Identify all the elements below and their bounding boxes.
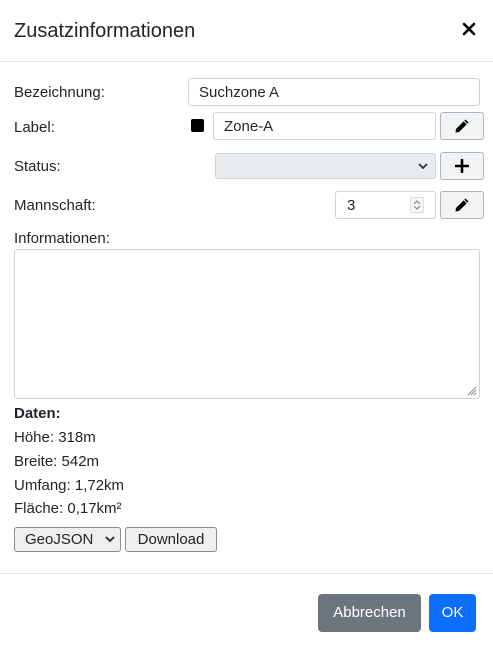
status-select[interactable]	[215, 153, 436, 179]
dialog: Zusatzinformationen Bezeichnung: Label: …	[0, 0, 493, 649]
ok-button[interactable]: OK	[429, 594, 476, 632]
mannschaft-value: 3	[347, 197, 356, 214]
informationen-label: Informationen:	[14, 230, 110, 247]
number-spinner[interactable]	[410, 197, 424, 213]
chevron-down-icon	[418, 163, 428, 170]
cancel-button[interactable]: Abbrechen	[318, 594, 421, 632]
bezeichnung-input[interactable]	[188, 78, 480, 106]
dialog-title: Zusatzinformationen	[14, 20, 196, 42]
download-button[interactable]: Download	[125, 527, 217, 552]
label-input[interactable]	[213, 112, 436, 140]
footer-divider	[0, 573, 493, 574]
label-label: Label:	[14, 119, 55, 136]
label-edit-button[interactable]	[440, 112, 484, 140]
pencil-icon	[455, 119, 469, 133]
close-icon	[462, 22, 476, 36]
daten-title: Daten:	[14, 405, 61, 422]
spinner-arrows-icon	[413, 200, 421, 210]
mannschaft-edit-button[interactable]	[440, 191, 484, 219]
close-button[interactable]	[455, 14, 483, 44]
daten-umfang: Umfang: 1,72km	[14, 477, 125, 494]
chevron-down-icon	[105, 536, 115, 543]
export-format-value: GeoJSON	[25, 531, 94, 548]
daten-hoehe: Höhe: 318m	[14, 429, 96, 446]
plus-icon	[455, 159, 469, 173]
pencil-icon	[455, 198, 469, 212]
daten-flaeche: Fläche: 0,17km²	[14, 500, 122, 517]
mannschaft-label: Mannschaft:	[14, 197, 96, 214]
bezeichnung-label: Bezeichnung:	[14, 84, 105, 101]
mannschaft-number-input[interactable]: 3	[335, 191, 436, 219]
status-label: Status:	[14, 158, 61, 175]
status-add-button[interactable]	[440, 152, 484, 180]
export-format-select[interactable]: GeoJSON	[14, 527, 121, 552]
dialog-header: Zusatzinformationen	[0, 0, 493, 62]
informationen-textarea[interactable]	[14, 249, 480, 399]
resize-grip-icon[interactable]	[465, 384, 477, 396]
daten-breite: Breite: 542m	[14, 453, 100, 470]
label-color-swatch[interactable]	[191, 119, 204, 132]
